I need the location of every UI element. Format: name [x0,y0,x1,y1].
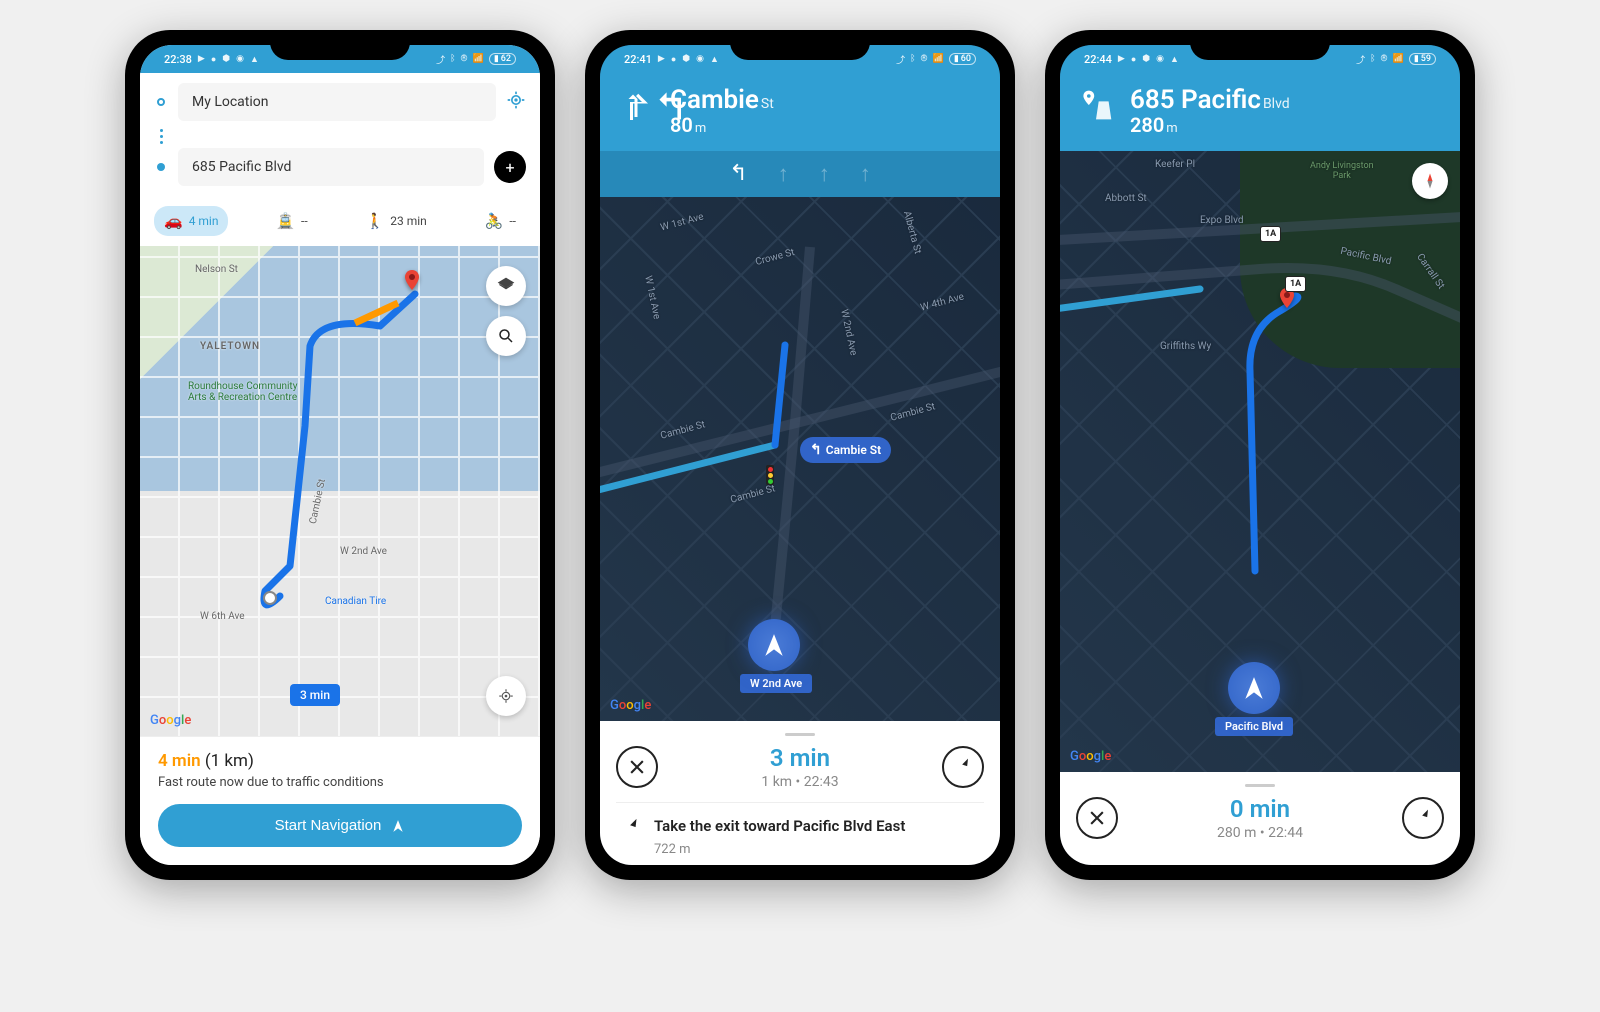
google-logo: Google [610,698,651,713]
map-view[interactable]: Nelson St YALETOWN Roundhouse Community … [140,246,540,736]
drag-handle[interactable] [785,733,815,736]
bike-icon: 🚴 [485,212,504,230]
navigation-bottom-sheet[interactable]: 0 min 280 m • 22:44 [1060,772,1460,865]
navigation-map[interactable]: Keefer Pl Abbott St Expo Blvd Pacific Bl… [1060,151,1460,772]
turn-left-icon: ↰ [810,442,822,458]
lane-arrow-straight-icon: ↑ [819,161,830,187]
battery-indicator: ▮60 [949,53,976,65]
turn-left-icon [618,85,654,127]
navigation-bottom-sheet[interactable]: 3 min 1 km • 22:43 Take the exit toward … [600,721,1000,866]
signal-icon: 📶 [473,54,484,64]
google-logo: Google [150,713,191,728]
eta-duration: 4 min [158,751,201,771]
transport-mode-tabs: 🚗 4 min 🚊 -- 🚶 23 min 🚴 -- [140,200,540,246]
arrival-distance: 280m [1130,113,1442,137]
route-overview-button[interactable] [1402,797,1444,839]
eta-remaining: 0 min [1217,795,1303,823]
current-location-cursor [748,619,800,671]
lane-guidance: ↰ ↑ ↑ ↑ [600,151,1000,197]
current-location-cursor [1228,662,1280,714]
lane-arrow-straight-icon: ↑ [860,161,871,187]
phone-1: 22:38 ▶ ● ⬢ ◉ ▲ ⤴ ᛒ ® 📶 ▮62 My Location … [125,30,555,880]
location-icon: ▲ [250,54,259,65]
layers-button[interactable] [486,266,526,306]
lane-arrow-left-icon: ↰ [729,161,747,187]
highway-shield: 1A [1285,276,1306,292]
status-icon: ▶ [198,54,205,64]
origin-input[interactable]: My Location [178,83,496,121]
location-icon: ▲ [710,54,719,65]
route-overview-button[interactable] [942,746,984,788]
transit-icon: 🚊 [276,212,295,230]
close-navigation-button[interactable] [1076,797,1118,839]
traffic-light-icon [766,465,774,485]
destination-pin-icon [400,268,424,292]
next-step[interactable]: Take the exit toward Pacific Blvd East 7… [616,802,984,858]
recenter-button[interactable] [486,676,526,716]
signal-icon: 📶 [1393,54,1404,64]
origin-dot-icon [157,98,165,106]
navigation-header[interactable]: 685 PacificBlvd 280m [1060,73,1460,151]
waypoint-dots-icon [160,129,163,144]
status-bar: 22:44 ▶ ● ⬢ ◉ ▲ ⤴ ᛒ ® 📶 ▮59 [1060,45,1460,73]
highway-shield: 1A [1260,226,1281,242]
status-time: 22:44 [1084,53,1112,66]
eta-distance: (1 km) [205,751,254,771]
status-icon: ⬢ [222,54,230,64]
eta-detail: 280 m • 22:44 [1217,825,1303,841]
route-summary-panel: 4 min (1 km) Fast route now due to traff… [140,736,540,865]
step-instruction: Take the exit toward Pacific Blvd East [654,817,905,837]
destination-icon [1078,85,1114,127]
navigation-map[interactable]: W 1st Ave Crowe St Alberta St W 1st Ave … [600,197,1000,721]
turn-callout: ↰ Cambie St [800,437,891,463]
battery-indicator: ▮62 [489,53,516,65]
turn-distance: 80m [670,113,982,137]
walk-icon: 🚶 [366,212,385,230]
bluetooth-icon: ᛒ [450,54,455,64]
search-button[interactable] [486,316,526,356]
status-bar: 22:41 ▶ ● ⬢ ◉ ▲ ⤴ ᛒ ® 📶 ▮60 [600,45,1000,73]
street-suffix: St [761,96,774,112]
lane-arrow-straight-icon: ↑ [778,161,789,187]
mode-tab-bike[interactable]: 🚴 -- [475,206,526,236]
mode-tab-transit[interactable]: 🚊 -- [266,206,317,236]
status-bar: 22:38 ▶ ● ⬢ ◉ ▲ ⤴ ᛒ ® 📶 ▮62 [140,45,540,73]
route-inputs: My Location 685 Pacific Blvd + [140,73,540,200]
street-suffix: Blvd [1263,96,1290,112]
battery-indicator: ▮59 [1409,53,1436,65]
step-distance: 722 m [654,842,905,857]
status-time: 22:38 [164,53,192,66]
destination-dot-icon [157,163,165,171]
status-icon: ® [461,54,468,64]
phone-2: 22:41 ▶ ● ⬢ ◉ ▲ ⤴ ᛒ ® 📶 ▮60 CambieSt 80m… [585,30,1015,880]
close-navigation-button[interactable] [616,746,658,788]
google-logo: Google [1070,749,1111,764]
share-icon: ⤴ [436,53,445,66]
eta-remaining: 3 min [761,744,838,772]
status-icon: ● [211,54,216,65]
mode-tab-walk[interactable]: 🚶 23 min [356,206,437,236]
route-time-badge: 3 min [290,684,340,706]
drag-handle[interactable] [1245,784,1275,787]
locate-me-button[interactable] [506,90,526,115]
compass-button[interactable] [1412,163,1448,199]
add-waypoint-button[interactable]: + [494,151,526,183]
destination-street: 685 Pacific [1130,85,1261,115]
car-icon: 🚗 [164,212,183,230]
start-navigation-button[interactable]: Start Navigation [158,804,522,847]
route-description: Fast route now due to traffic conditions [158,775,522,790]
signal-icon: 📶 [933,54,944,64]
current-road-label: W 2nd Ave [740,674,812,693]
bluetooth-icon: ᛒ [910,54,915,64]
destination-input[interactable]: 685 Pacific Blvd [178,148,484,186]
status-icon: ◉ [236,54,244,64]
eta-detail: 1 km • 22:43 [761,774,838,790]
current-road-label: Pacific Blvd [1215,717,1293,736]
navigation-header[interactable]: CambieSt 80m [600,73,1000,151]
location-icon: ▲ [1170,54,1179,65]
status-time: 22:41 [624,53,652,66]
mode-tab-car[interactable]: 🚗 4 min [154,206,228,236]
bluetooth-icon: ᛒ [1370,54,1375,64]
phone-3: 22:44 ▶ ● ⬢ ◉ ▲ ⤴ ᛒ ® 📶 ▮59 685 PacificB… [1045,30,1475,880]
